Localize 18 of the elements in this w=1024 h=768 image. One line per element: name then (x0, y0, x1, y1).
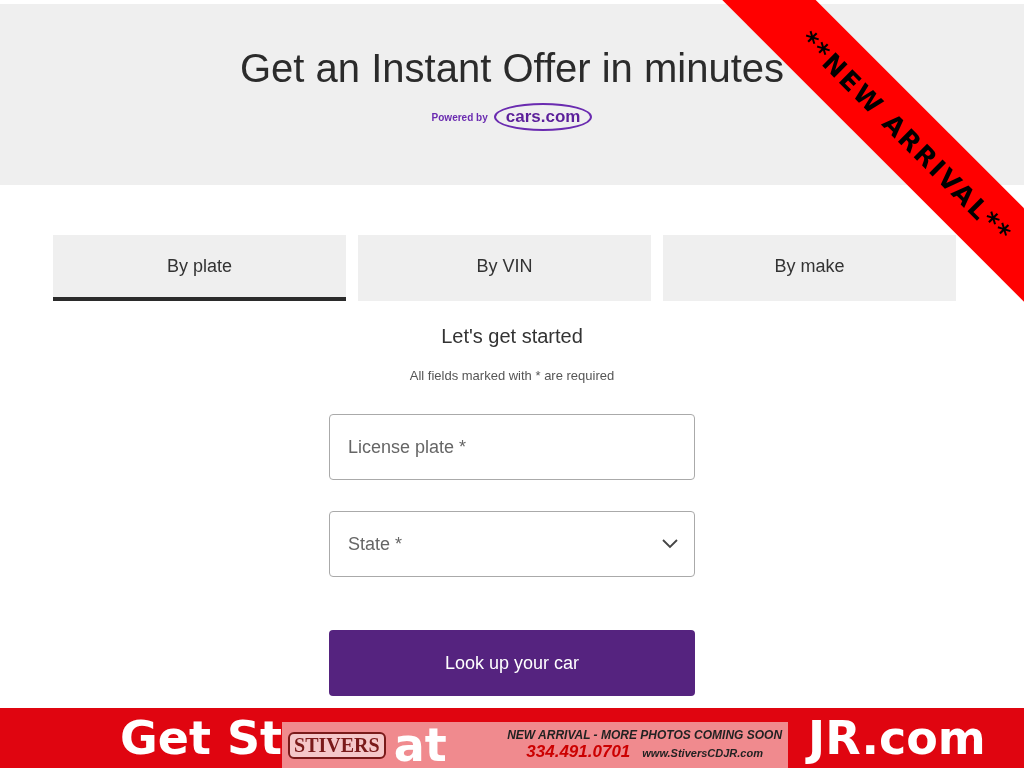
input-field[interactable]: License plate * (329, 414, 695, 480)
tab[interactable]: By VIN (358, 235, 651, 301)
tab[interactable]: By plate (53, 235, 346, 301)
lookup-button[interactable]: Look up your car (329, 630, 695, 696)
website-text: www.StiversCDJR.com (642, 747, 763, 759)
state-select[interactable]: State * (329, 511, 695, 577)
promo-text: Get St (120, 715, 283, 761)
form-heading: Let's get started (441, 325, 583, 348)
chevron-down-icon (662, 539, 678, 549)
required-note: All fields marked with * are required (409, 368, 615, 383)
dealer-logo: STIVERS (288, 731, 386, 759)
powered-by-label: Powered by (431, 111, 488, 123)
tab[interactable]: By make (663, 235, 956, 301)
notice-text: NEW ARRIVAL - MORE PHOTOS COMING SOON (507, 728, 783, 742)
page-title: Get an Instant Offer in minutes (240, 46, 784, 91)
brand-logo: cars.com (493, 103, 593, 131)
phone-number: 334.491.0701 (526, 742, 631, 762)
promo-text: at (393, 722, 447, 768)
